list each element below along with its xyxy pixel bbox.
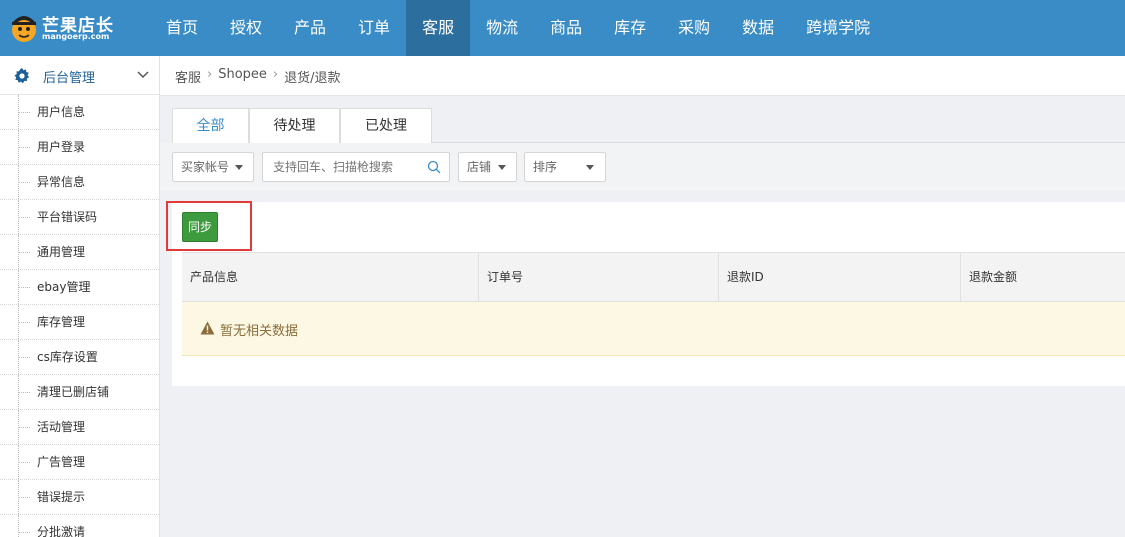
sidebar-item-activities[interactable]: 活动管理 <box>0 410 159 445</box>
tab-pending[interactable]: 待处理 <box>249 108 340 144</box>
gear-icon <box>14 68 30 84</box>
nav-item-authorization[interactable]: 授权 <box>214 0 278 56</box>
table-header: 产品信息 订单号 退款ID 退款金额 <box>182 252 1125 302</box>
main-nav: 首页 授权 产品 订单 客服 物流 商品 库存 采购 数据 跨境学院 <box>150 0 886 56</box>
column-header-product-info: 产品信息 <box>182 253 479 301</box>
sidebar-item-platform-error-codes[interactable]: 平台错误码 <box>0 200 159 235</box>
caret-down-icon <box>235 165 243 170</box>
column-header-refund-id: 退款ID <box>719 253 961 301</box>
sidebar-item-ebay[interactable]: ebay管理 <box>0 270 159 305</box>
buyer-account-label: 买家帐号 <box>181 160 230 174</box>
sort-label: 排序 <box>533 160 558 174</box>
nav-item-academy[interactable]: 跨境学院 <box>790 0 886 56</box>
nav-item-customer-service[interactable]: 客服 <box>406 0 471 56</box>
empty-state-text: 暂无相关数据 <box>220 324 299 339</box>
sidebar-item-clean-deleted-shops[interactable]: 清理已删店铺 <box>0 375 159 410</box>
breadcrumb-item-current: 退货/退款 <box>284 71 341 86</box>
caret-down-icon <box>498 165 506 170</box>
top-nav-bar: 芒果店长 mangoerp.com 首页 授权 产品 订单 客服 物流 商品 库… <box>0 0 1125 56</box>
nav-item-inventory[interactable]: 库存 <box>598 0 662 56</box>
empty-state-row: 暂无相关数据 <box>182 302 1125 356</box>
breadcrumb-item[interactable]: Shopee <box>218 67 267 86</box>
tab-all[interactable]: 全部 <box>172 108 249 144</box>
column-header-order-number: 订单号 <box>479 253 719 301</box>
sidebar-title: 后台管理 <box>43 71 96 86</box>
sidebar-item-general[interactable]: 通用管理 <box>0 235 159 270</box>
sidebar-section-header[interactable]: 后台管理 <box>0 56 159 95</box>
nav-item-products[interactable]: 产品 <box>278 0 342 56</box>
sidebar-item-cs-inventory[interactable]: cs库存设置 <box>0 340 159 375</box>
caret-down-icon <box>586 165 594 170</box>
chevron-right-icon: › <box>272 67 279 82</box>
nav-item-orders[interactable]: 订单 <box>342 0 406 56</box>
filter-bar: 买家帐号 店铺 排序 <box>160 143 1125 191</box>
sync-button[interactable]: 同步 <box>182 212 218 242</box>
sidebar-item-user-login[interactable]: 用户登录 <box>0 130 159 165</box>
breadcrumb-bar: 客服 › Shopee › 退货/退款 <box>160 56 1125 96</box>
sidebar-item-user-info[interactable]: 用户信息 <box>0 95 159 130</box>
sidebar-item-batch-invite[interactable]: 分批激请 <box>0 515 159 537</box>
logo[interactable]: 芒果店长 mangoerp.com <box>10 8 150 48</box>
status-tabs: 全部 待处理 已处理 <box>172 106 1125 144</box>
breadcrumb-item[interactable]: 客服 <box>175 67 201 86</box>
nav-item-home[interactable]: 首页 <box>150 0 214 56</box>
search-icon[interactable] <box>427 160 441 174</box>
buyer-account-select[interactable]: 买家帐号 <box>172 152 254 182</box>
nav-item-goods[interactable]: 商品 <box>534 0 598 56</box>
chevron-right-icon: › <box>207 67 213 82</box>
nav-item-logistics[interactable]: 物流 <box>470 0 534 56</box>
sort-select[interactable]: 排序 <box>524 152 606 182</box>
breadcrumb: 客服 › Shopee › 退货/退款 <box>175 67 341 86</box>
sidebar: 后台管理 用户信息 用户登录 异常信息 平台错误码 通用管理 ebay管理 库存… <box>0 56 160 537</box>
search-box <box>262 152 450 182</box>
nav-item-data[interactable]: 数据 <box>726 0 790 56</box>
chevron-down-icon <box>137 71 149 79</box>
shop-label: 店铺 <box>467 160 492 174</box>
logo-domain: mangoerp.com <box>42 32 110 41</box>
sidebar-item-exceptions[interactable]: 异常信息 <box>0 165 159 200</box>
shop-select[interactable]: 店铺 <box>458 152 517 182</box>
column-header-refund-amount: 退款金额 <box>969 270 1018 284</box>
sidebar-item-inventory[interactable]: 库存管理 <box>0 305 159 340</box>
mango-mascot-icon <box>12 16 36 42</box>
search-input[interactable] <box>263 153 423 181</box>
sidebar-item-ads[interactable]: 广告管理 <box>0 445 159 480</box>
warning-icon <box>200 321 215 335</box>
nav-item-purchasing[interactable]: 采购 <box>662 0 726 56</box>
sidebar-item-error-tips[interactable]: 错误提示 <box>0 480 159 515</box>
tab-processed[interactable]: 已处理 <box>340 108 432 144</box>
